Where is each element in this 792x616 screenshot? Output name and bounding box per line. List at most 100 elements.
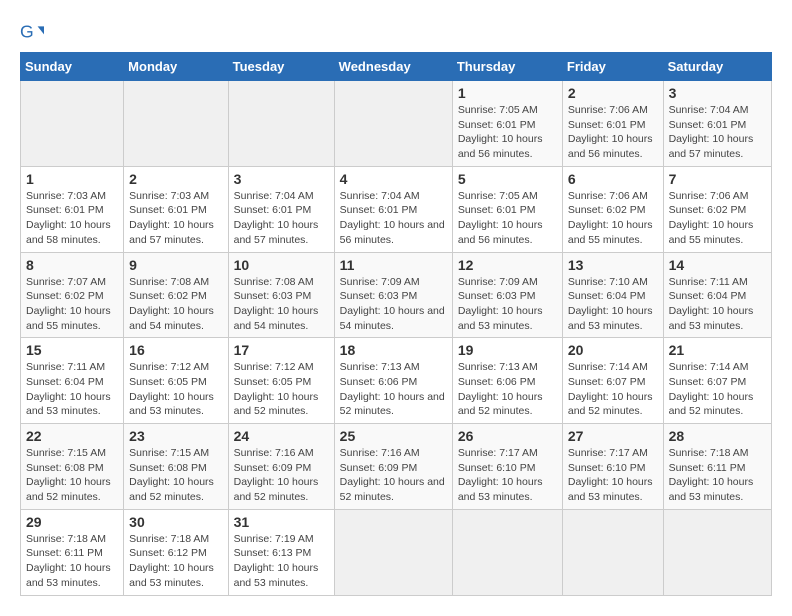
calendar-cell bbox=[228, 81, 334, 167]
calendar-cell: 4Sunrise: 7:04 AMSunset: 6:01 PMDaylight… bbox=[334, 166, 452, 252]
calendar-cell: 11Sunrise: 7:09 AMSunset: 6:03 PMDayligh… bbox=[334, 252, 452, 338]
day-number: 20 bbox=[568, 342, 658, 358]
calendar-cell: 13 Sunrise: 7:10 AMSunset: 6:04 PMDayligh… bbox=[562, 252, 663, 338]
day-info: Sunrise: 7:18 AMSunset: 6:12 PMDaylight:… bbox=[129, 532, 222, 591]
page-header: G bbox=[20, 20, 772, 44]
day-info: Sunrise: 7:04 AMSunset: 6:01 PMDaylight:… bbox=[340, 189, 447, 248]
calendar-cell bbox=[334, 81, 452, 167]
calendar-header-row: SundayMondayTuesdayWednesdayThursdayFrid… bbox=[21, 53, 772, 81]
calendar-cell: 9 Sunrise: 7:08 AMSunset: 6:02 PMDaylight… bbox=[124, 252, 228, 338]
calendar-cell: 1 Sunrise: 7:05 AMSunset: 6:01 PMDaylight… bbox=[452, 81, 562, 167]
day-number: 22 bbox=[26, 428, 118, 444]
day-number: 13 bbox=[568, 257, 658, 273]
day-number: 9 bbox=[129, 257, 222, 273]
day-number: 1 bbox=[26, 171, 118, 187]
day-info: Sunrise: 7:12 AMSunset: 6:05 PMDaylight:… bbox=[129, 360, 222, 419]
calendar-cell bbox=[663, 509, 771, 595]
day-number: 10 bbox=[234, 257, 329, 273]
day-number: 17 bbox=[234, 342, 329, 358]
calendar-cell: 17 Sunrise: 7:12 AMSunset: 6:05 PMDayligh… bbox=[228, 338, 334, 424]
calendar-cell: 27Sunrise: 7:17 AMSunset: 6:10 PMDayligh… bbox=[562, 424, 663, 510]
calendar-week-row: 29 Sunrise: 7:18 AMSunset: 6:11 PMDayligh… bbox=[21, 509, 772, 595]
day-number: 30 bbox=[129, 514, 222, 530]
day-info: Sunrise: 7:05 AMSunset: 6:01 PMDaylight:… bbox=[458, 103, 557, 162]
calendar-week-row: 1 Sunrise: 7:03 AMSunset: 6:01 PMDaylight… bbox=[21, 166, 772, 252]
day-info: Sunrise: 7:16 AMSunset: 6:09 PMDaylight:… bbox=[340, 446, 447, 505]
day-info: Sunrise: 7:17 AMSunset: 6:10 PMDaylight:… bbox=[568, 446, 658, 505]
day-number: 12 bbox=[458, 257, 557, 273]
day-info: Sunrise: 7:12 AMSunset: 6:05 PMDaylight:… bbox=[234, 360, 329, 419]
day-info: Sunrise: 7:16 AMSunset: 6:09 PMDaylight:… bbox=[234, 446, 329, 505]
day-info: Sunrise: 7:14 AMSunset: 6:07 PMDaylight:… bbox=[669, 360, 766, 419]
calendar-cell: 15Sunrise: 7:11 AMSunset: 6:04 PMDayligh… bbox=[21, 338, 124, 424]
day-number: 8 bbox=[26, 257, 118, 273]
calendar-cell: 21 Sunrise: 7:14 AMSunset: 6:07 PMDayligh… bbox=[663, 338, 771, 424]
calendar-cell: 7Sunrise: 7:06 AMSunset: 6:02 PMDaylight… bbox=[663, 166, 771, 252]
day-info: Sunrise: 7:10 AMSunset: 6:04 PMDaylight:… bbox=[568, 275, 658, 334]
calendar-week-row: 1 Sunrise: 7:05 AMSunset: 6:01 PMDaylight… bbox=[21, 81, 772, 167]
calendar-cell: 16 Sunrise: 7:12 AMSunset: 6:05 PMDayligh… bbox=[124, 338, 228, 424]
calendar-cell bbox=[334, 509, 452, 595]
day-number: 26 bbox=[458, 428, 557, 444]
calendar-cell: 2 Sunrise: 7:06 AMSunset: 6:01 PMDaylight… bbox=[562, 81, 663, 167]
calendar-cell: 20 Sunrise: 7:14 AMSunset: 6:07 PMDayligh… bbox=[562, 338, 663, 424]
day-info: Sunrise: 7:13 AMSunset: 6:06 PMDaylight:… bbox=[458, 360, 557, 419]
calendar-cell: 14 Sunrise: 7:11 AMSunset: 6:04 PMDayligh… bbox=[663, 252, 771, 338]
calendar-cell bbox=[452, 509, 562, 595]
day-number: 29 bbox=[26, 514, 118, 530]
day-number: 7 bbox=[669, 171, 766, 187]
svg-text:G: G bbox=[20, 22, 34, 42]
day-info: Sunrise: 7:04 AMSunset: 6:01 PMDaylight:… bbox=[669, 103, 766, 162]
day-info: Sunrise: 7:19 AMSunset: 6:13 PMDaylight:… bbox=[234, 532, 329, 591]
day-info: Sunrise: 7:04 AMSunset: 6:01 PMDaylight:… bbox=[234, 189, 329, 248]
day-number: 6 bbox=[568, 171, 658, 187]
day-info: Sunrise: 7:03 AMSunset: 6:01 PMDaylight:… bbox=[129, 189, 222, 248]
calendar-cell bbox=[21, 81, 124, 167]
day-info: Sunrise: 7:09 AMSunset: 6:03 PMDaylight:… bbox=[458, 275, 557, 334]
day-number: 18 bbox=[340, 342, 447, 358]
calendar-cell: 10 Sunrise: 7:08 AMSunset: 6:03 PMDayligh… bbox=[228, 252, 334, 338]
day-number: 5 bbox=[458, 171, 557, 187]
calendar-table: SundayMondayTuesdayWednesdayThursdayFrid… bbox=[20, 52, 772, 596]
day-number: 24 bbox=[234, 428, 329, 444]
day-info: Sunrise: 7:18 AMSunset: 6:11 PMDaylight:… bbox=[26, 532, 118, 591]
day-info: Sunrise: 7:08 AMSunset: 6:03 PMDaylight:… bbox=[234, 275, 329, 334]
day-number: 14 bbox=[669, 257, 766, 273]
day-info: Sunrise: 7:06 AMSunset: 6:02 PMDaylight:… bbox=[568, 189, 658, 248]
calendar-cell: 28Sunrise: 7:18 AMSunset: 6:11 PMDayligh… bbox=[663, 424, 771, 510]
calendar-cell: 18 Sunrise: 7:13 AMSunset: 6:06 PMDayligh… bbox=[334, 338, 452, 424]
calendar-cell: 30 Sunrise: 7:18 AMSunset: 6:12 PMDayligh… bbox=[124, 509, 228, 595]
calendar-cell: 3Sunrise: 7:04 AMSunset: 6:01 PMDaylight… bbox=[228, 166, 334, 252]
calendar-cell: 2 Sunrise: 7:03 AMSunset: 6:01 PMDaylight… bbox=[124, 166, 228, 252]
day-info: Sunrise: 7:13 AMSunset: 6:06 PMDaylight:… bbox=[340, 360, 447, 419]
calendar-week-row: 8 Sunrise: 7:07 AMSunset: 6:02 PMDaylight… bbox=[21, 252, 772, 338]
calendar-cell: 24 Sunrise: 7:16 AMSunset: 6:09 PMDayligh… bbox=[228, 424, 334, 510]
calendar-cell: 6 Sunrise: 7:06 AMSunset: 6:02 PMDaylight… bbox=[562, 166, 663, 252]
calendar-cell: 29 Sunrise: 7:18 AMSunset: 6:11 PMDayligh… bbox=[21, 509, 124, 595]
day-number: 2 bbox=[568, 85, 658, 101]
calendar-body: 1 Sunrise: 7:05 AMSunset: 6:01 PMDaylight… bbox=[21, 81, 772, 596]
day-number: 21 bbox=[669, 342, 766, 358]
day-info: Sunrise: 7:07 AMSunset: 6:02 PMDaylight:… bbox=[26, 275, 118, 334]
calendar-cell: 12 Sunrise: 7:09 AMSunset: 6:03 PMDayligh… bbox=[452, 252, 562, 338]
day-number: 16 bbox=[129, 342, 222, 358]
day-info: Sunrise: 7:11 AMSunset: 6:04 PMDaylight:… bbox=[669, 275, 766, 334]
day-number: 2 bbox=[129, 171, 222, 187]
calendar-header-wednesday: Wednesday bbox=[334, 53, 452, 81]
calendar-cell: 25Sunrise: 7:16 AMSunset: 6:09 PMDayligh… bbox=[334, 424, 452, 510]
day-info: Sunrise: 7:08 AMSunset: 6:02 PMDaylight:… bbox=[129, 275, 222, 334]
day-info: Sunrise: 7:14 AMSunset: 6:07 PMDaylight:… bbox=[568, 360, 658, 419]
day-number: 19 bbox=[458, 342, 557, 358]
day-info: Sunrise: 7:17 AMSunset: 6:10 PMDaylight:… bbox=[458, 446, 557, 505]
day-number: 1 bbox=[458, 85, 557, 101]
calendar-cell: 23Sunrise: 7:15 AMSunset: 6:08 PMDayligh… bbox=[124, 424, 228, 510]
day-info: Sunrise: 7:06 AMSunset: 6:01 PMDaylight:… bbox=[568, 103, 658, 162]
calendar-header-thursday: Thursday bbox=[452, 53, 562, 81]
day-info: Sunrise: 7:18 AMSunset: 6:11 PMDaylight:… bbox=[669, 446, 766, 505]
day-number: 23 bbox=[129, 428, 222, 444]
day-info: Sunrise: 7:15 AMSunset: 6:08 PMDaylight:… bbox=[26, 446, 118, 505]
calendar-header-tuesday: Tuesday bbox=[228, 53, 334, 81]
calendar-week-row: 22 Sunrise: 7:15 AMSunset: 6:08 PMDayligh… bbox=[21, 424, 772, 510]
calendar-cell: 8 Sunrise: 7:07 AMSunset: 6:02 PMDaylight… bbox=[21, 252, 124, 338]
calendar-cell: 3Sunrise: 7:04 AMSunset: 6:01 PMDaylight… bbox=[663, 81, 771, 167]
